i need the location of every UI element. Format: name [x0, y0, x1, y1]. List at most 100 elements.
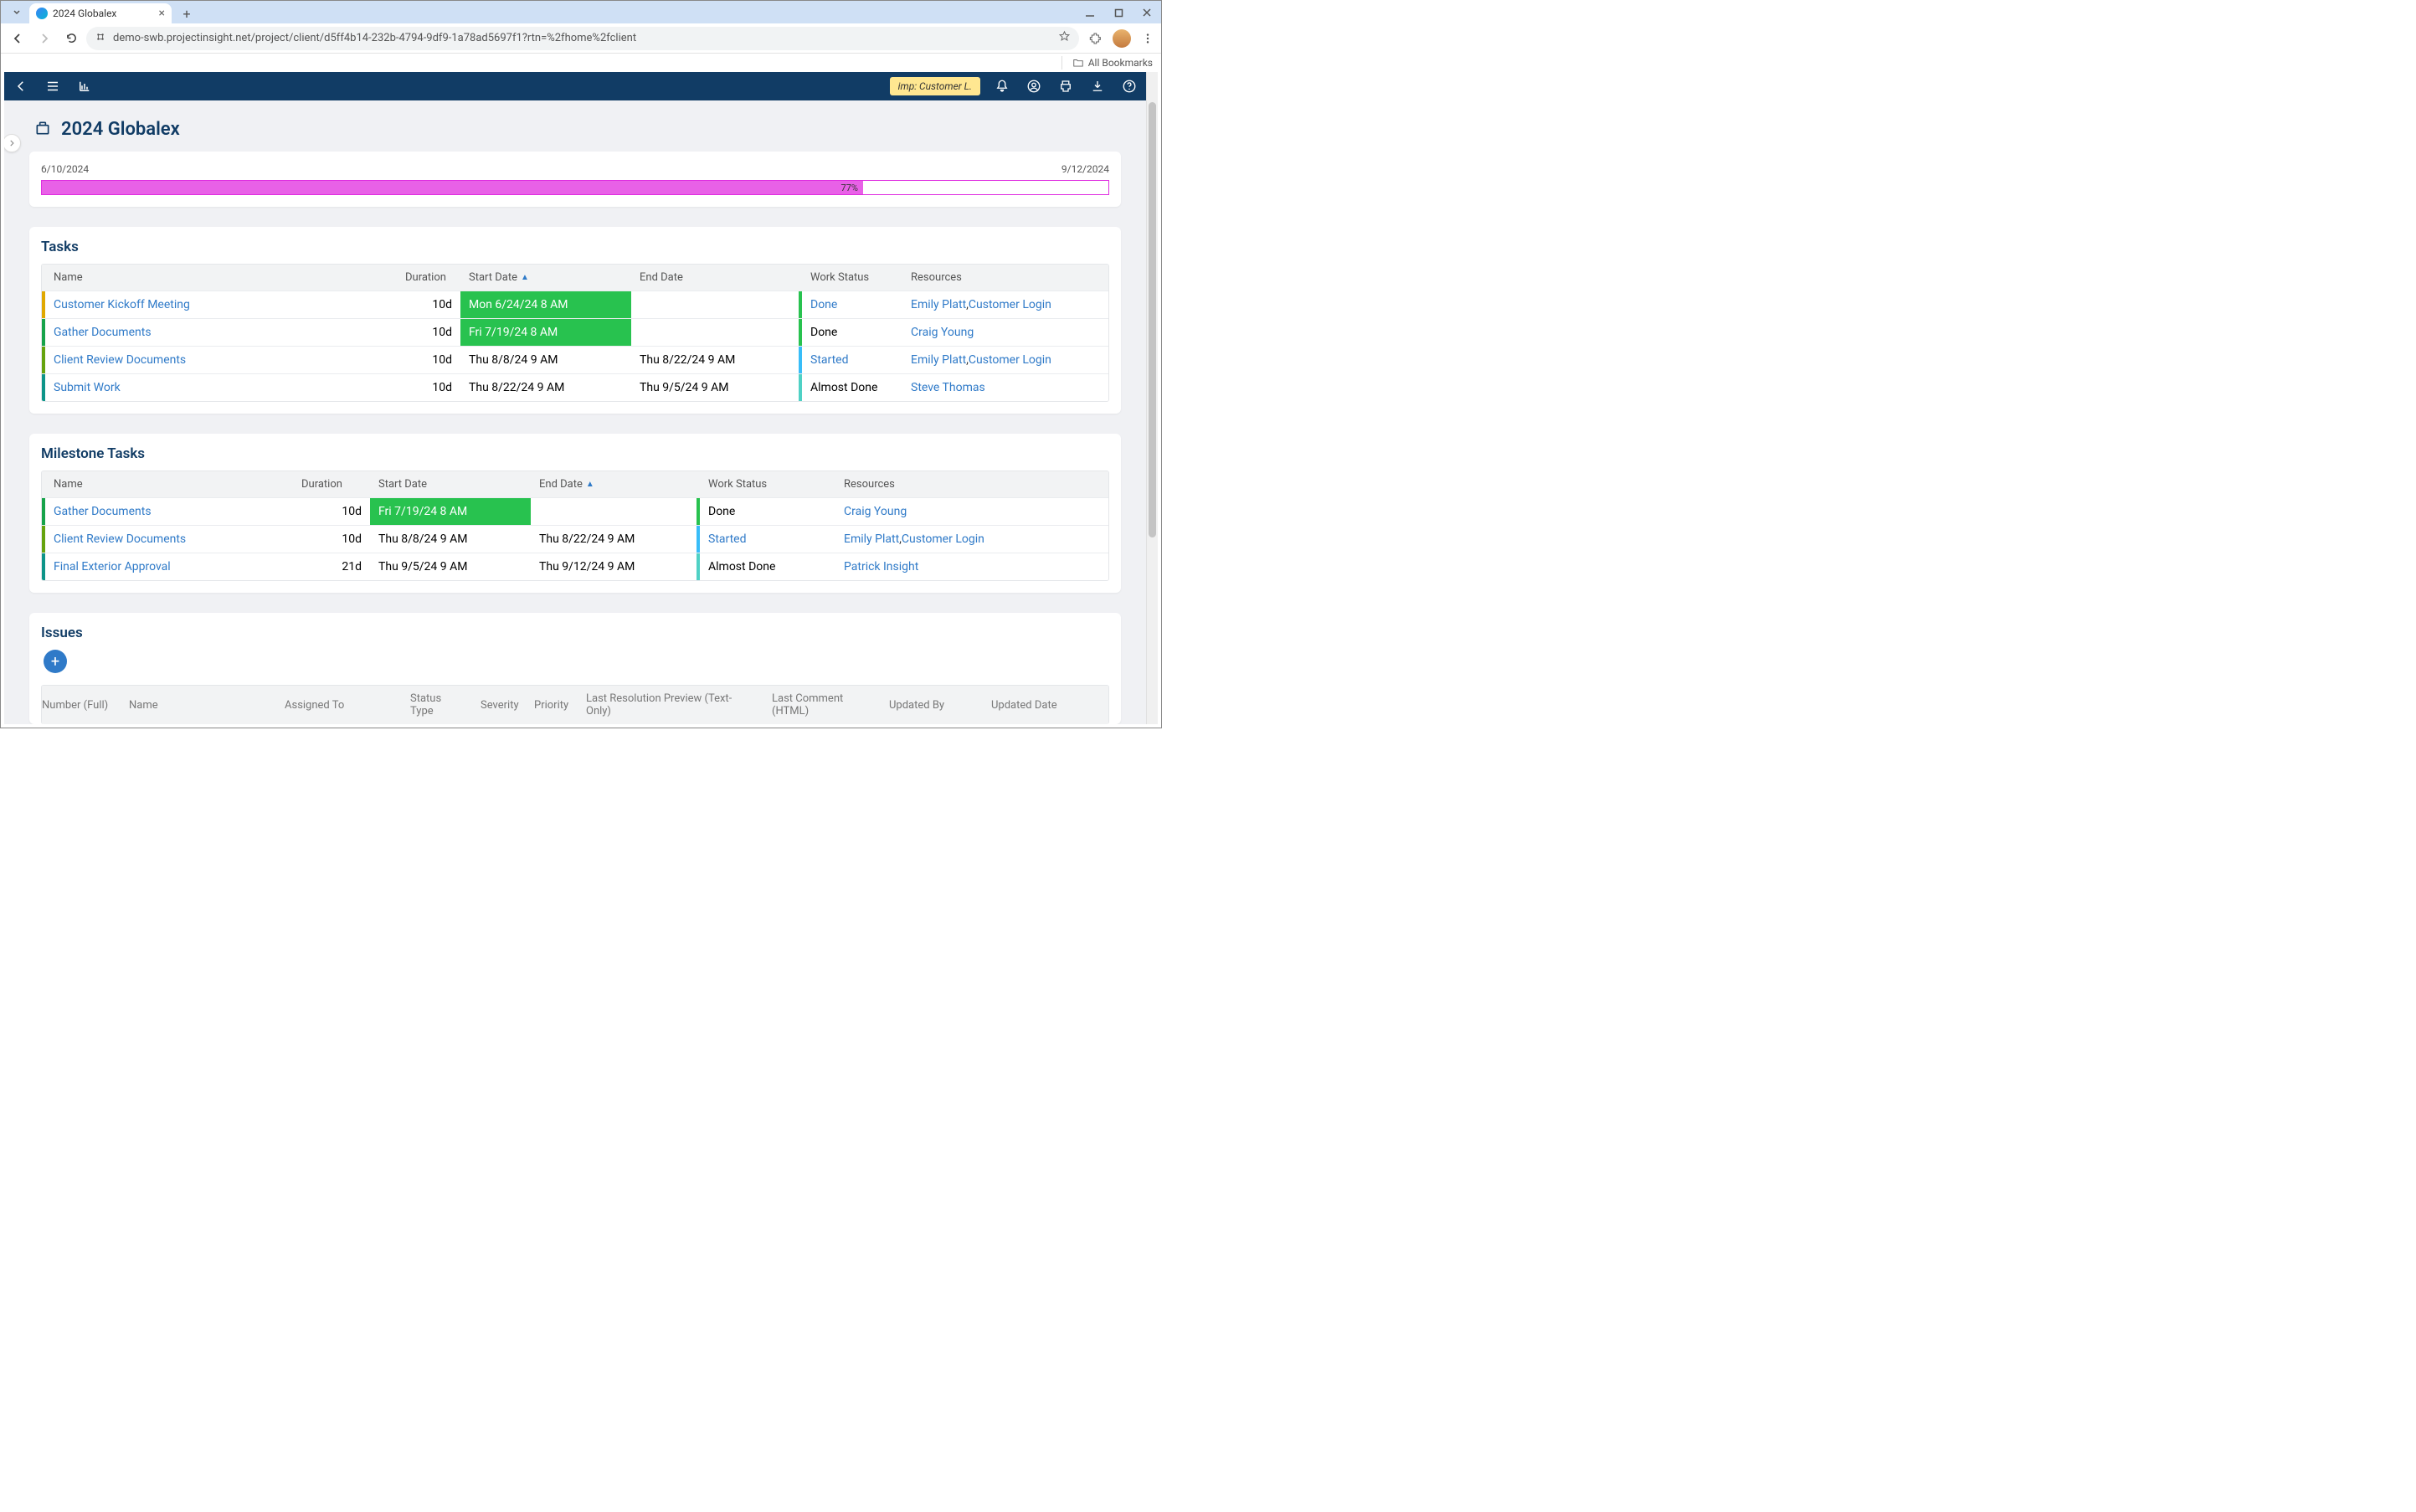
start-date-cell: Thu 8/8/24 9 AM — [460, 347, 631, 373]
icol-updated-by[interactable]: Updated By — [881, 686, 983, 724]
col-start-date[interactable]: Start Date▲ — [460, 265, 631, 291]
address-bar[interactable]: demo-swb.projectinsight.net/project/clie… — [86, 27, 1079, 50]
task-name-link[interactable]: Client Review Documents — [54, 532, 186, 546]
page-title: 2024 Globalex — [61, 119, 180, 140]
print-icon[interactable] — [1056, 76, 1076, 96]
mcol-duration[interactable]: Duration — [293, 471, 370, 497]
user-icon[interactable] — [1024, 76, 1044, 96]
task-name-link[interactable]: Final Exterior Approval — [54, 560, 171, 573]
issues-header-row: Number (Full) Name Assigned To Status Ty… — [42, 686, 1108, 724]
help-icon[interactable] — [1119, 76, 1139, 96]
resource-link[interactable]: Customer Login — [969, 298, 1051, 311]
icol-name[interactable]: Name — [121, 686, 276, 724]
start-date-cell: Fri 7/19/24 8 AM — [460, 319, 631, 346]
icol-priority[interactable]: Priority — [526, 686, 578, 724]
scrollbar-thumb[interactable] — [1149, 102, 1156, 537]
col-name[interactable]: Name — [45, 265, 397, 291]
icol-number[interactable]: Number (Full) — [42, 686, 121, 724]
table-row: Gather Documents10dFri 7/19/24 8 AMThu 8… — [42, 497, 1108, 525]
scrollbar[interactable] — [1146, 72, 1158, 724]
window-close-button[interactable] — [1133, 2, 1161, 23]
browser-tab-strip: 2024 Globalex × + — [1, 1, 1161, 23]
duration-cell: 10d — [293, 498, 370, 525]
milestones-card: Milestone Tasks Name Duration Start Date… — [29, 434, 1121, 593]
task-name-link[interactable]: Gather Documents — [54, 326, 152, 339]
start-date-cell: Thu 9/5/24 9 AM — [370, 553, 531, 580]
duration-cell: 10d — [397, 319, 460, 346]
mcol-work-status[interactable]: Work Status — [700, 471, 835, 497]
end-date-cell: Thu 9/5/24 9 AM — [631, 374, 802, 401]
profile-avatar[interactable] — [1113, 29, 1131, 48]
milestones-title: Milestone Tasks — [41, 445, 1109, 462]
app-back-button[interactable] — [11, 76, 31, 96]
window-maximize-button[interactable] — [1104, 2, 1133, 23]
tasks-title: Tasks — [41, 239, 1109, 255]
tab-title: 2024 Globalex — [53, 8, 116, 19]
resource-link[interactable]: Craig Young — [911, 326, 974, 339]
milestones-grid: Name Duration Start Date End Date▲ Work … — [41, 471, 1109, 581]
resource-link[interactable]: Emily Platt — [844, 532, 902, 546]
app-menu-button[interactable] — [43, 76, 63, 96]
icol-assigned[interactable]: Assigned To — [276, 686, 402, 724]
tasks-card: Tasks Name Duration Start Date▲ End Date… — [29, 227, 1121, 414]
browser-tab[interactable]: 2024 Globalex × — [29, 3, 172, 23]
resource-link[interactable]: Customer Login — [969, 353, 1051, 367]
table-row: Client Review Documents10dThu 8/8/24 9 A… — [42, 525, 1108, 553]
resources-cell: Steve Thomas — [902, 374, 1108, 401]
progress-card: 6/10/2024 9/12/2024 77% — [29, 152, 1121, 207]
add-issue-button[interactable]: + — [44, 650, 67, 673]
resource-link[interactable]: Steve Thomas — [911, 381, 985, 394]
mcol-name[interactable]: Name — [45, 471, 293, 497]
mcol-end-date[interactable]: End Date▲ — [531, 471, 700, 497]
work-status-link[interactable]: Started — [810, 353, 849, 367]
impersonation-badge[interactable]: imp: Customer L. — [890, 77, 980, 95]
work-status-link[interactable]: Done — [810, 298, 837, 311]
col-resources[interactable]: Resources — [902, 265, 1108, 291]
task-name-link[interactable]: Gather Documents — [54, 505, 152, 518]
col-work-status[interactable]: Work Status — [802, 265, 902, 291]
icol-status[interactable]: Status Type — [402, 686, 472, 724]
resource-link[interactable]: Emily Platt — [911, 298, 969, 311]
reload-button[interactable] — [59, 27, 83, 50]
resources-cell: Craig Young — [902, 319, 1108, 346]
site-info-icon[interactable] — [95, 31, 106, 45]
chrome-menu-icon[interactable] — [1139, 30, 1156, 47]
sort-asc-icon: ▲ — [521, 273, 529, 282]
col-duration[interactable]: Duration — [397, 265, 460, 291]
forward-button[interactable] — [33, 27, 56, 50]
resource-link[interactable]: Customer Login — [902, 532, 984, 546]
back-button[interactable] — [6, 27, 29, 50]
resources-cell: Craig Young — [835, 498, 1108, 525]
notifications-icon[interactable] — [992, 76, 1012, 96]
work-status-cell: Almost Done — [802, 374, 902, 401]
table-row: Submit Work10dThu 8/22/24 9 AMThu 9/5/24… — [42, 373, 1108, 401]
bookmark-star-icon[interactable] — [1058, 30, 1071, 46]
mcol-start-date[interactable]: Start Date — [370, 471, 531, 497]
app-chart-button[interactable] — [75, 76, 95, 96]
icol-severity[interactable]: Severity — [472, 686, 526, 724]
icol-updated-date[interactable]: Updated Date — [983, 686, 1100, 724]
window-minimize-button[interactable] — [1076, 2, 1104, 23]
tab-search-button[interactable] — [8, 3, 26, 22]
icol-last-resolution[interactable]: Last Resolution Preview (Text-Only) — [578, 686, 763, 724]
col-end-date[interactable]: End Date — [631, 265, 802, 291]
extensions-icon[interactable] — [1087, 30, 1104, 47]
icol-last-comment[interactable]: Last Comment (HTML) — [763, 686, 881, 724]
resource-link[interactable]: Craig Young — [844, 505, 907, 518]
sort-asc-icon: ▲ — [586, 480, 594, 489]
progress-bar-fill: 77% — [42, 181, 863, 194]
tab-close-button[interactable]: × — [159, 7, 165, 20]
resource-link[interactable]: Patrick Insight — [844, 560, 918, 573]
task-name-link[interactable]: Customer Kickoff Meeting — [54, 298, 190, 311]
all-bookmarks-button[interactable]: All Bookmarks — [1072, 57, 1153, 69]
work-status-link[interactable]: Started — [708, 532, 747, 546]
end-date-cell: Thu 8/22/24 9 AM — [631, 347, 802, 373]
task-name-link[interactable]: Submit Work — [54, 381, 121, 394]
url-text: demo-swb.projectinsight.net/project/clie… — [113, 32, 1051, 44]
mcol-resources[interactable]: Resources — [835, 471, 1108, 497]
task-name-link[interactable]: Client Review Documents — [54, 353, 186, 367]
new-tab-button[interactable]: + — [177, 6, 197, 22]
app-header: imp: Customer L. — [4, 72, 1146, 100]
download-icon[interactable] — [1087, 76, 1108, 96]
resource-link[interactable]: Emily Platt — [911, 353, 969, 367]
